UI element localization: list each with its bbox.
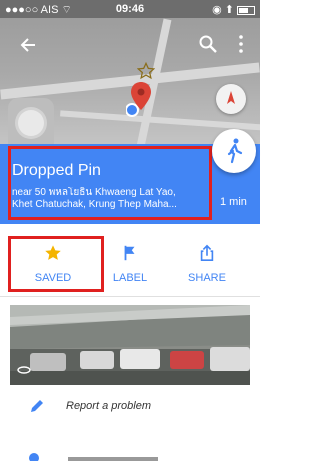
highlight-box-saved — [8, 236, 104, 292]
back-arrow-icon[interactable] — [18, 35, 38, 55]
streetview-thumbnail[interactable] — [8, 98, 54, 144]
place-title: Dropped Pin — [12, 162, 101, 179]
status-right-icons: ◉ ⬆ — [212, 3, 255, 16]
address-line-1: near 50 พหลโยธิน Khwaeng Lat Yao, — [12, 187, 176, 198]
share-button[interactable]: SHARE — [164, 236, 250, 294]
flag-icon — [124, 245, 135, 261]
battery-icon — [237, 5, 255, 15]
rotate-360-icon — [17, 366, 31, 374]
directions-button[interactable] — [212, 129, 256, 173]
travel-duration: 1 min — [220, 196, 247, 208]
search-icon[interactable] — [198, 34, 218, 54]
share-label: SHARE — [188, 272, 226, 284]
status-bar: ●●●○○ AIS ⌔ 09:46 ◉ ⬆ — [0, 0, 260, 18]
place-address: near 50 พหลโยธิน Khwaeng Lat Yao, Khet C… — [12, 187, 212, 211]
pencil-icon — [31, 400, 43, 412]
more-vert-icon[interactable] — [236, 34, 246, 54]
red-pin-icon[interactable] — [126, 80, 156, 124]
walk-icon — [227, 138, 243, 164]
report-problem-label: Report a problem — [66, 400, 151, 412]
compass-icon[interactable] — [216, 84, 246, 114]
place-photo[interactable] — [10, 305, 250, 385]
map-view[interactable] — [0, 18, 260, 144]
address-line-2: Khet Chatuchak, Krung Thep Maha... — [12, 199, 177, 210]
divider — [0, 296, 260, 297]
star-marker-icon[interactable] — [137, 62, 155, 80]
share-icon — [200, 244, 214, 262]
next-row-partial[interactable] — [28, 449, 228, 461]
